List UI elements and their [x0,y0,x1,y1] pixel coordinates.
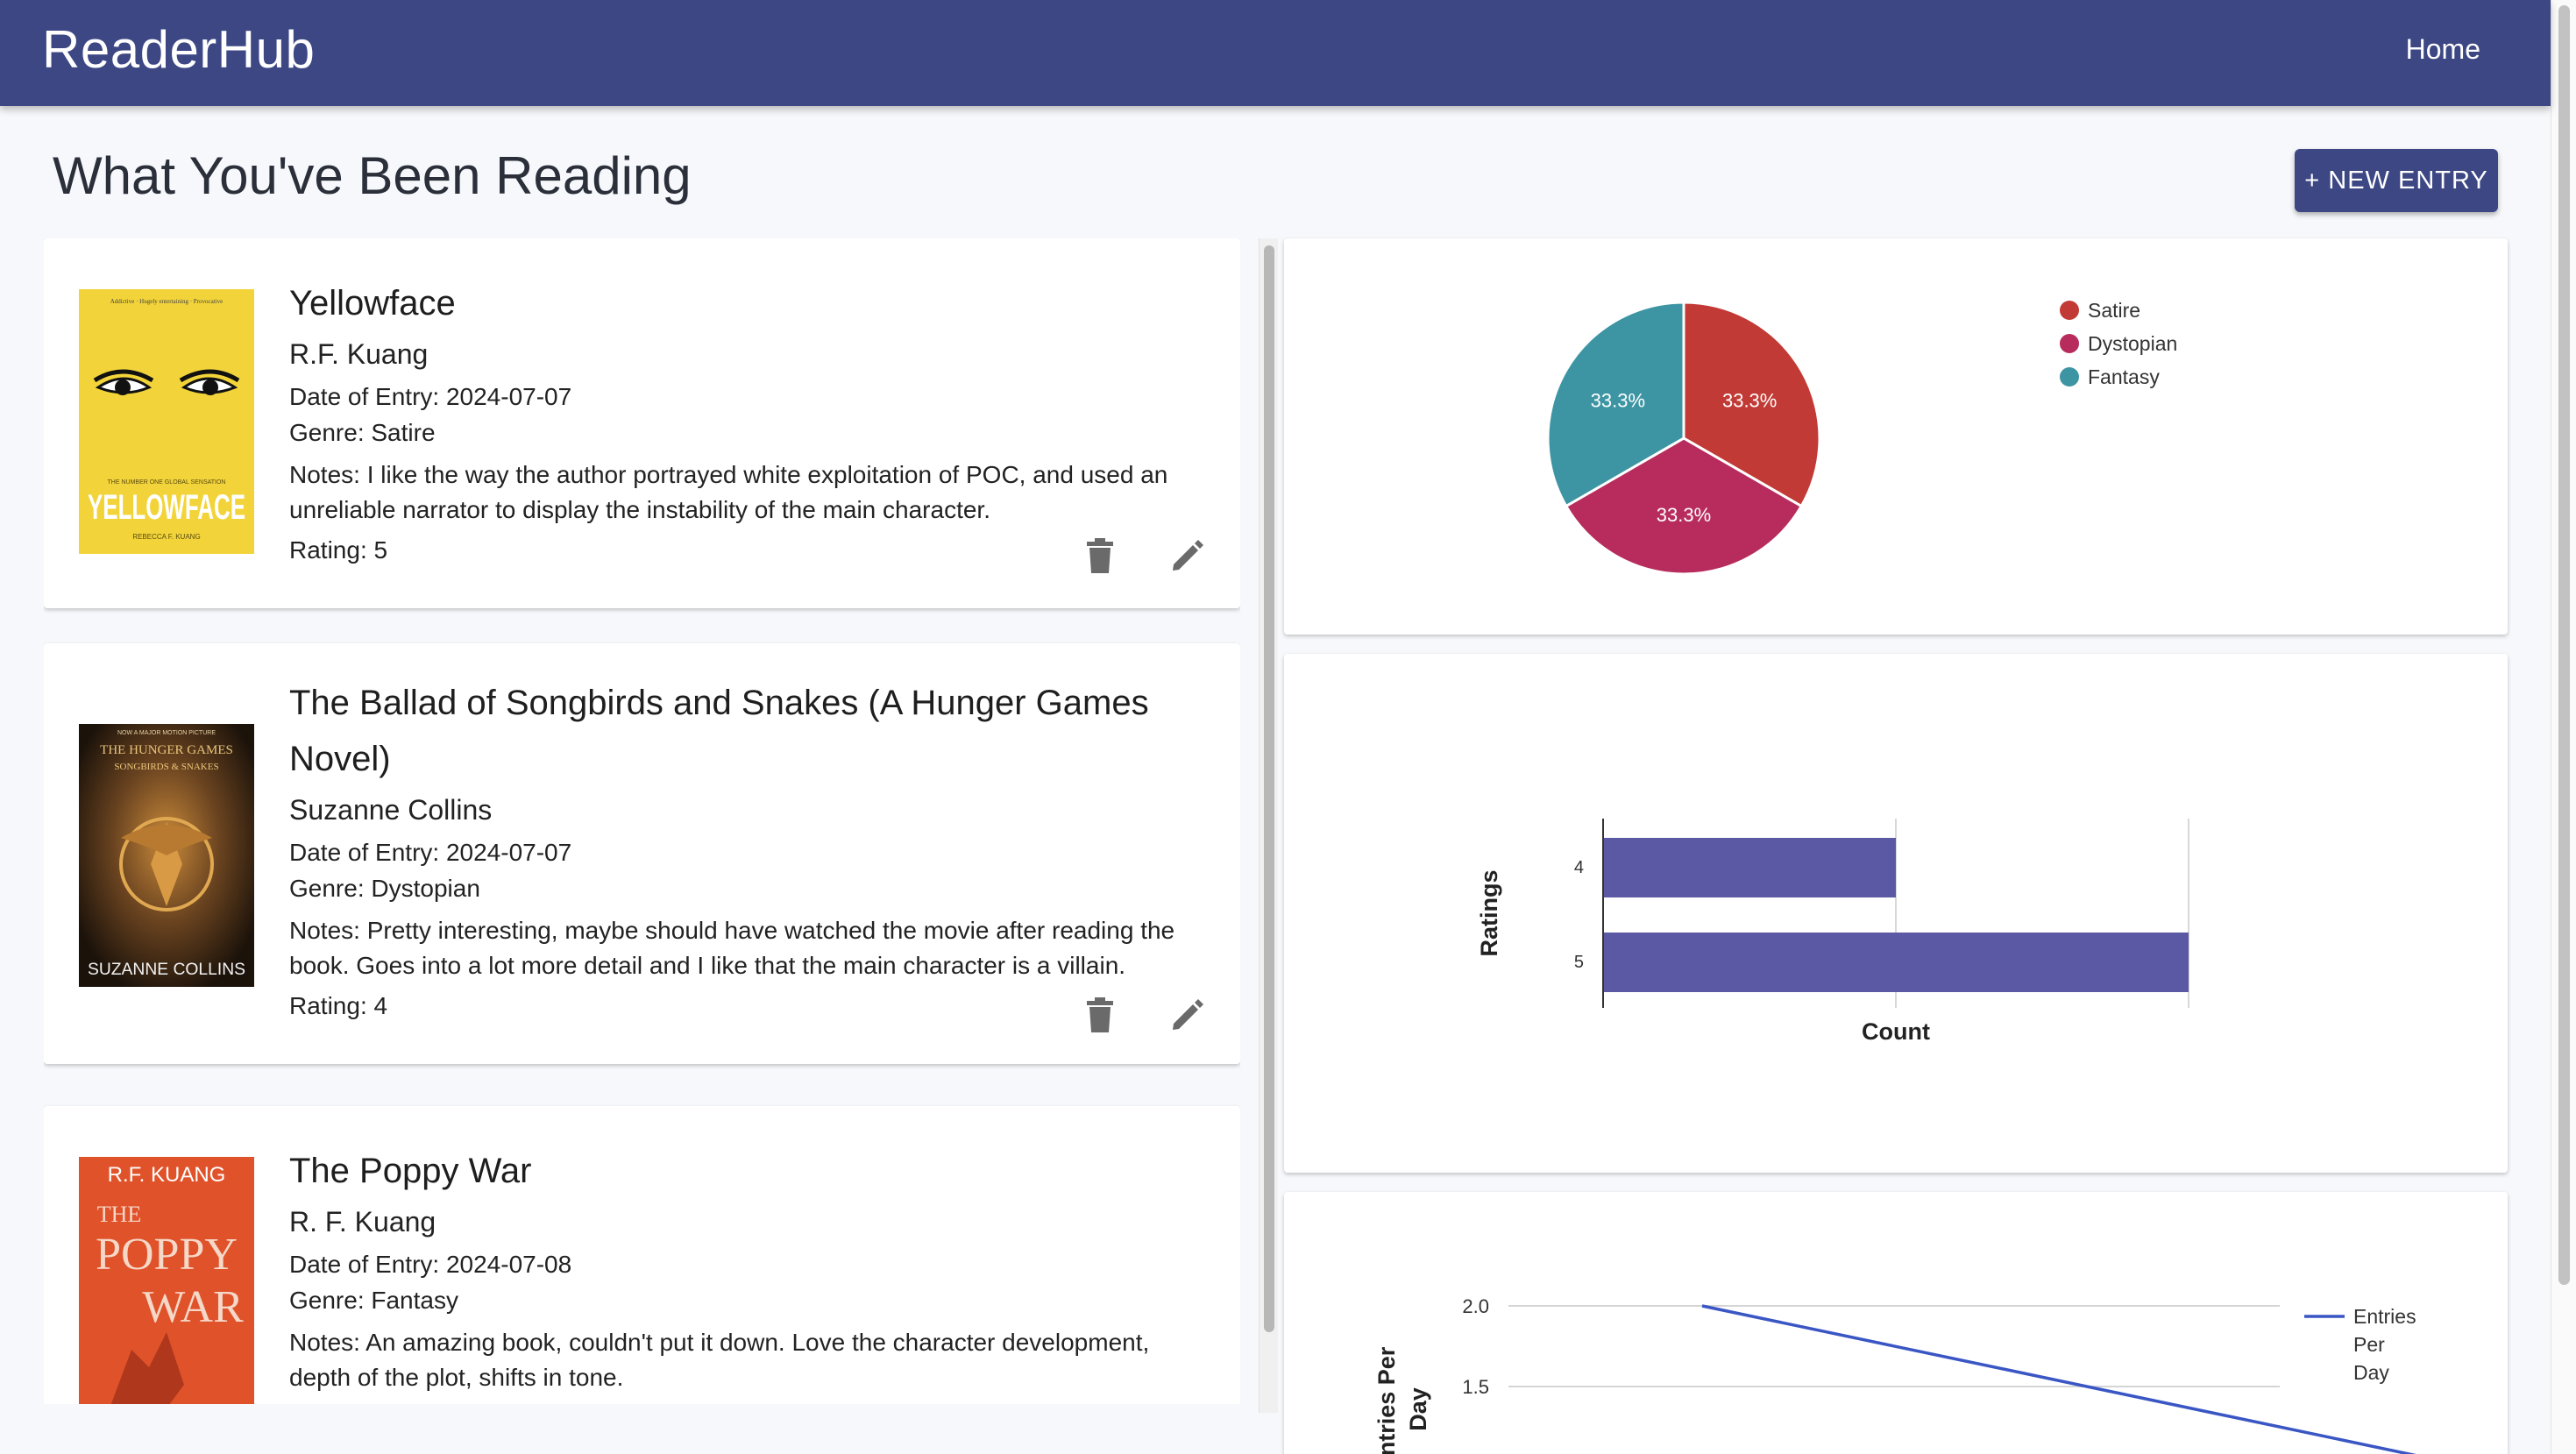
entry-genre: Genre: Satire [289,419,436,446]
svg-text:THE HUNGER GAMES: THE HUNGER GAMES [100,743,233,757]
entry-date: Date of Entry: 2024-07-07 [289,383,572,410]
legend-swatch [2060,301,2079,320]
app-bar: ReaderHub Home [0,0,2551,106]
pie-slice-label: 33.3% [1722,390,1777,412]
svg-text:Addictive · Hugely entertainin: Addictive · Hugely entertaining · Provoc… [110,298,224,305]
delete-icon [1087,538,1113,573]
yellowface-cover-image: Addictive · Hugely entertaining · Provoc… [79,289,254,554]
legend-label-dystopian[interactable]: Dystopian [2088,332,2177,355]
list-scrollbar[interactable] [1259,238,1278,1413]
book-author: R.F. Kuang [289,338,429,370]
svg-text:POPPY: POPPY [96,1230,238,1280]
book-cover: Addictive · Hugely entertaining · Provoc… [79,289,254,554]
svg-text:THE NUMBER ONE GLOBAL SENSATIO: THE NUMBER ONE GLOBAL SENSATION [108,479,226,486]
book-title: The Poppy War [289,1152,532,1190]
book-title: The Ballad of Songbirds and Snakes (A Hu… [289,684,1149,778]
svg-text:NOW A MAJOR MOTION PICTURE: NOW A MAJOR MOTION PICTURE [117,730,216,736]
page-title: What You've Been Reading [53,146,692,205]
edit-button[interactable] [1163,990,1212,1039]
legend-swatch [2060,334,2079,353]
new-entry-button[interactable]: + NEW ENTRY [2295,149,2498,212]
entry-card: R.F. KUANG THE POPPY WAR The Poppy War R… [44,1106,1240,1404]
entries-line-chart-card: 2.0 1.5 Entries Per Day Entries Per Day [1284,1192,2508,1454]
entry-genre: Genre: Fantasy [289,1287,458,1314]
bar-x-axis-label: Count [1862,1018,1930,1045]
bar-tick-label: 5 [1574,953,1584,972]
entry-list: Addictive · Hugely entertaining · Provoc… [44,238,1240,1404]
entry-date: Date of Entry: 2024-07-07 [289,839,572,866]
svg-text:THE: THE [97,1202,142,1227]
pie-slice-label: 33.3% [1657,504,1711,526]
songbirds-cover-image: NOW A MAJOR MOTION PICTURE THE HUNGER GA… [79,724,254,987]
genre-pie-chart: 33.3% 33.3% 33.3% Satire Dystopian Fantasy [1546,299,2177,576]
entry-genre: Genre: Dystopian [289,875,480,902]
rating-bar-5[interactable] [1604,933,2189,992]
brand-title[interactable]: ReaderHub [42,19,315,80]
svg-text:YELLOWFACE: YELLOWFACE [88,488,245,527]
entries-per-day-line-chart: 2.0 1.5 Entries Per Day Entries Per Day [1373,1295,2416,1454]
line-tick-label: 2.0 [1462,1295,1489,1317]
ratings-bar-chart-card: 4 5 Count Ratings [1284,654,2508,1173]
entry-card: Addictive · Hugely entertaining · Provoc… [44,238,1240,608]
book-title: Yellowface [289,284,456,323]
ratings-bar-chart: 4 5 Count Ratings [1476,819,2189,1045]
delete-button[interactable] [1075,531,1125,580]
edit-icon [1173,999,1203,1030]
book-cover: R.F. KUANG THE POPPY WAR [79,1157,254,1404]
svg-text:SUZANNE COLLINS: SUZANNE COLLINS [88,961,245,979]
list-scroll-thumb[interactable] [1264,245,1274,1332]
entry-notes: Notes: I like the way the author portray… [289,461,1168,523]
line-y-axis-label: Entries Per Day [1373,1346,1431,1454]
book-author: R. F. Kuang [289,1206,436,1238]
legend-label-satire[interactable]: Satire [2088,299,2140,322]
svg-text:R.F. KUANG: R.F. KUANG [108,1163,226,1187]
edit-button[interactable] [1163,531,1212,580]
line-legend-label[interactable]: Entries Per Day [2353,1305,2416,1384]
line-tick-label: 1.5 [1462,1376,1489,1398]
page-scroll-thumb[interactable] [2558,5,2570,1285]
legend-swatch [2060,367,2079,387]
page-scrollbar[interactable] [2551,0,2576,1454]
bar-y-axis-label: Ratings [1476,869,1502,956]
delete-icon [1087,997,1113,1032]
pie-slice-label: 33.3% [1591,390,1645,412]
rating-bar-4[interactable] [1604,838,1896,897]
entry-rating: Rating: 5 [289,536,388,564]
svg-text:REBECCA F. KUANG: REBECCA F. KUANG [132,533,200,541]
nav-home-link[interactable]: Home [2406,33,2480,66]
svg-text:WAR: WAR [142,1282,244,1332]
entry-notes: Notes: An amazing book, couldn't put it … [289,1329,1150,1391]
poppy-war-cover-image: R.F. KUANG THE POPPY WAR [79,1157,254,1404]
delete-button[interactable] [1075,990,1125,1039]
svg-text:SONGBIRDS & SNAKES: SONGBIRDS & SNAKES [114,762,218,772]
edit-icon [1173,540,1203,571]
bar-tick-label: 4 [1574,858,1584,877]
genre-pie-chart-card: 33.3% 33.3% 33.3% Satire Dystopian Fantasy [1284,238,2508,635]
book-cover: NOW A MAJOR MOTION PICTURE THE HUNGER GA… [79,724,254,987]
book-author: Suzanne Collins [289,794,493,826]
entry-notes: Notes: Pretty interesting, maybe should … [289,917,1175,979]
entry-card: NOW A MAJOR MOTION PICTURE THE HUNGER GA… [44,643,1240,1064]
entry-date: Date of Entry: 2024-07-08 [289,1251,572,1278]
entry-rating: Rating: 4 [289,992,388,1019]
legend-label-fantasy[interactable]: Fantasy [2088,365,2160,388]
